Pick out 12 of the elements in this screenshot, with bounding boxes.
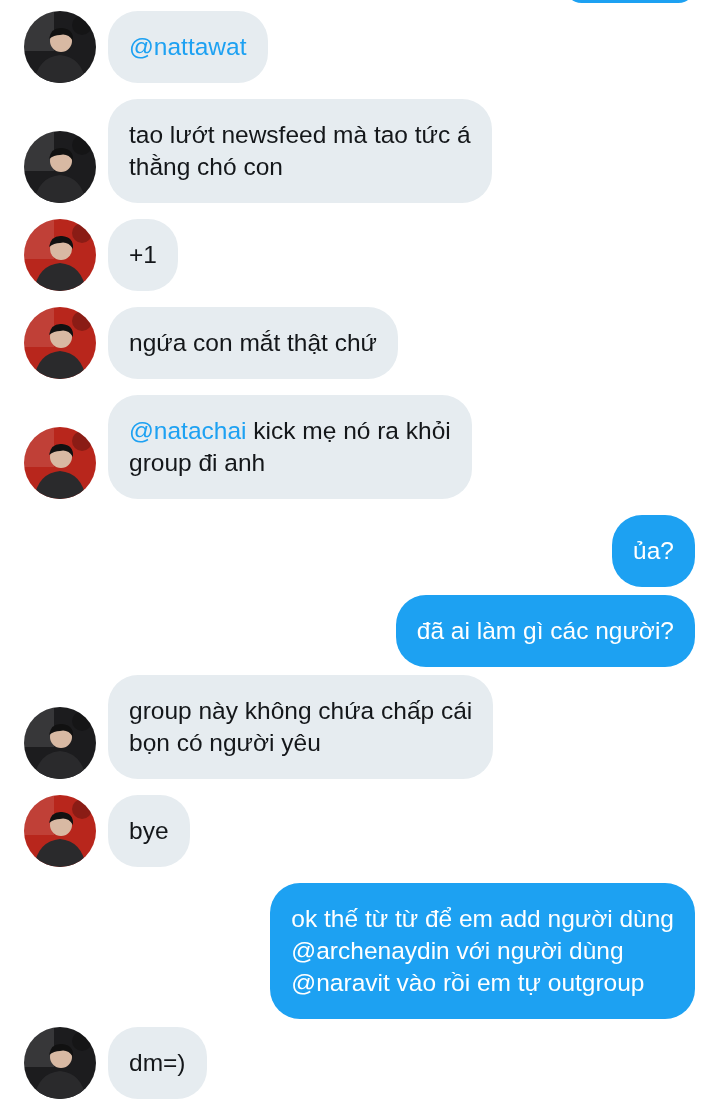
message-text: +1 <box>129 241 157 268</box>
message-text: ngứa con mắt thật chứ <box>129 329 377 356</box>
message-text: tao lướt newsfeed mà tao tức á thằng chó con <box>129 121 471 180</box>
message-text: ok thế từ từ để em add người dùng @archenaydin với người dùng @naravit vào rồi em tự outgroup <box>291 905 674 996</box>
mention-link[interactable]: @nattawat <box>129 33 247 60</box>
message-text: @natachai kick mẹ nó ra khỏi group đi anh <box>129 417 451 476</box>
message-text: group này không chứa chấp cái bọn có người yêu <box>129 697 473 756</box>
mention-link[interactable]: @natachai <box>129 417 247 444</box>
message-text: dm=) <box>129 1049 186 1076</box>
message-text: đã ai làm gì các người? <box>416 617 674 644</box>
message-text: ủa? <box>633 537 674 564</box>
message-text: bye <box>129 817 169 844</box>
